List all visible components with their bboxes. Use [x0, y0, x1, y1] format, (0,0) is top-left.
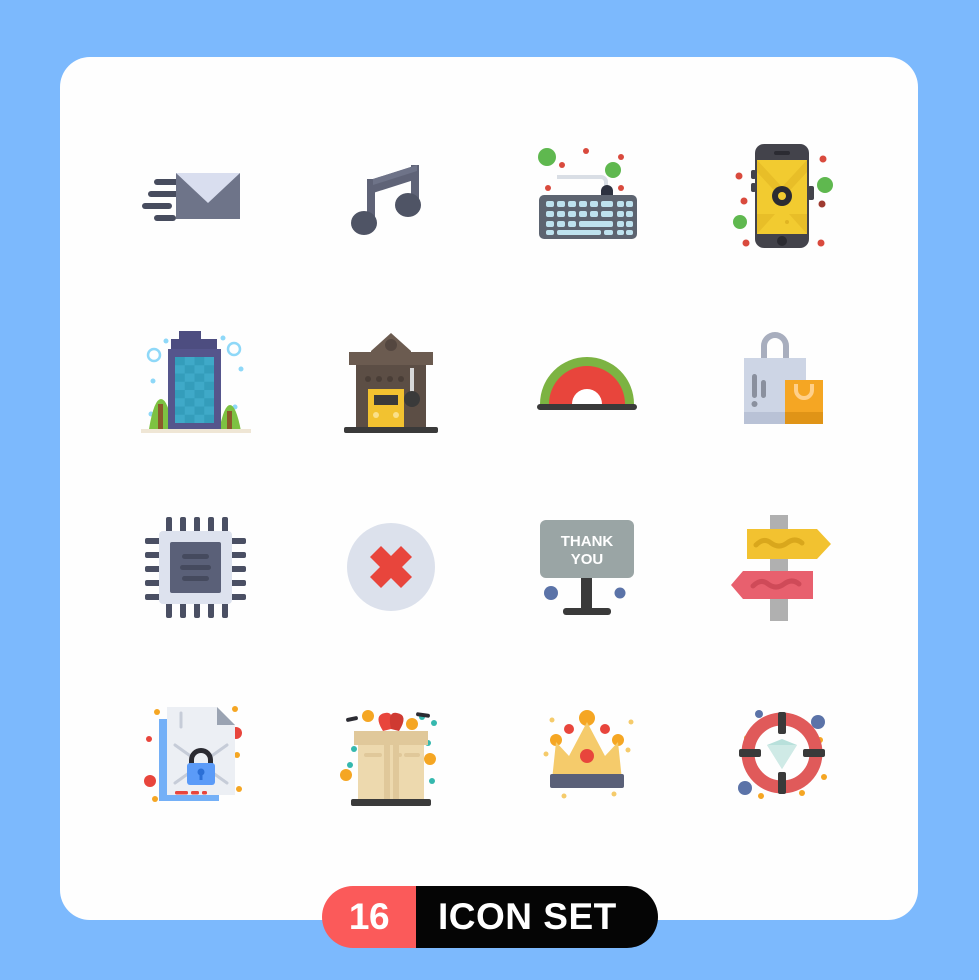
music-note-icon — [351, 165, 422, 235]
icon-cell-cancel[interactable] — [294, 474, 490, 660]
shopping-bags-icon — [744, 331, 824, 424]
mobile-mail-icon — [733, 144, 834, 248]
icon-set-label: ICON SET — [416, 886, 658, 948]
icon-cell-mobile-mail[interactable] — [685, 102, 881, 288]
icon-count: 16 — [322, 886, 416, 948]
secure-document-icon — [143, 706, 242, 802]
watermelon-icon — [536, 357, 637, 410]
icon-cell-gift-box[interactable] — [294, 660, 490, 846]
thank-you-sign-icon: THANK YOU — [539, 519, 634, 615]
icon-cell-shopping-bags[interactable] — [685, 288, 881, 474]
cancel-icon — [347, 523, 436, 611]
icon-grid: THANK YOU — [98, 102, 880, 846]
icon-cell-direction-signpost[interactable] — [685, 474, 881, 660]
icon-set-badge: 16 ICON SET — [322, 886, 658, 948]
icon-cell-send-mail[interactable] — [98, 102, 294, 288]
icon-cell-secure-document[interactable] — [98, 660, 294, 846]
icon-cell-office-building[interactable] — [98, 288, 294, 474]
direction-signpost-icon — [731, 515, 832, 621]
train-station-icon — [344, 332, 439, 433]
office-building-icon — [140, 330, 251, 433]
icon-cell-keyboard[interactable] — [489, 102, 685, 288]
target-diamond-icon — [738, 710, 828, 799]
icon-set-page: THANK YOU 16 ICON SET — [0, 0, 979, 980]
icon-cell-crown[interactable] — [489, 660, 685, 846]
icon-cell-target-diamond[interactable] — [685, 660, 881, 846]
gift-box-icon — [340, 710, 438, 806]
keyboard-icon — [537, 148, 637, 239]
icon-cell-music-note[interactable] — [294, 102, 490, 288]
crown-icon — [543, 709, 634, 798]
icon-set-card: THANK YOU — [60, 57, 918, 920]
icon-cell-thank-you-sign[interactable]: THANK YOU — [489, 474, 685, 660]
svg-text:THANK: THANK — [561, 533, 614, 550]
svg-text:YOU: YOU — [570, 551, 603, 568]
cpu-processor-icon — [145, 516, 247, 618]
icon-cell-watermelon[interactable] — [489, 288, 685, 474]
icon-cell-cpu-processor[interactable] — [98, 474, 294, 660]
icon-cell-train-station[interactable] — [294, 288, 490, 474]
send-mail-icon — [141, 173, 240, 221]
